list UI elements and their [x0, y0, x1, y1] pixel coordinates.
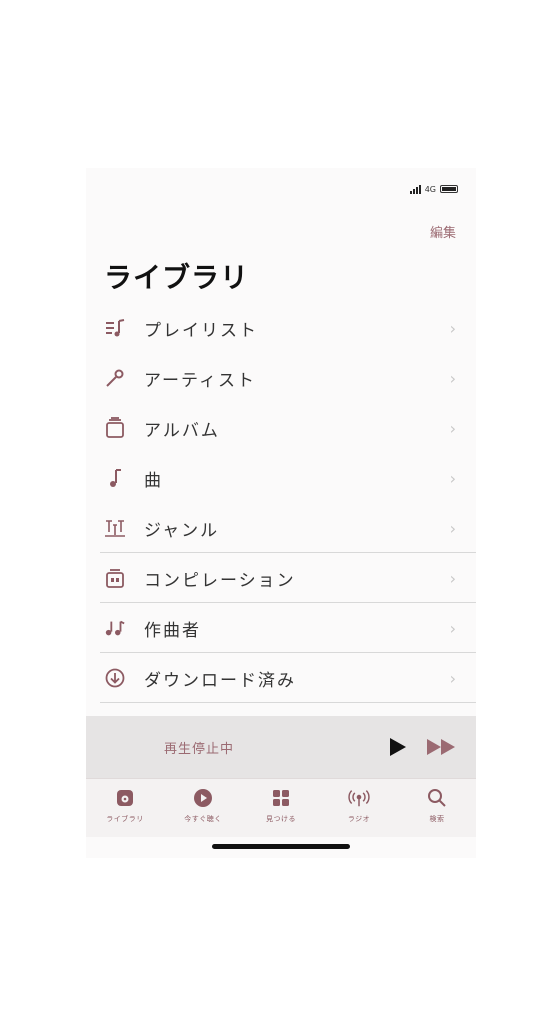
chevron-right-icon: ›: [449, 668, 456, 688]
library-item-albums[interactable]: アルバム ›: [86, 403, 476, 453]
compilation-icon: [104, 567, 126, 589]
playlist-icon: [104, 317, 126, 339]
chevron-right-icon: ›: [449, 618, 456, 638]
page-title: ライブラリ: [104, 261, 250, 294]
tab-bar: ライブラリ 今すぐ聴く 見つける ラジオ 検索: [86, 778, 476, 837]
library-item-downloaded[interactable]: ダウンロード済み ›: [86, 653, 476, 703]
edit-button[interactable]: 編集: [430, 222, 456, 241]
library-item-label: 作曲者: [144, 620, 201, 641]
tab-search[interactable]: 検索: [398, 779, 476, 837]
tab-label: 見つける: [266, 815, 296, 823]
tab-label: ラジオ: [347, 815, 371, 823]
search-icon: [426, 787, 448, 809]
album-icon: [104, 417, 126, 439]
tab-browse[interactable]: 見つける: [242, 779, 320, 837]
library-item-artists[interactable]: アーティスト ›: [86, 353, 476, 403]
chevron-right-icon: ›: [449, 418, 456, 438]
genre-icon: [104, 517, 126, 539]
library-item-genres[interactable]: ジャンル ›: [86, 503, 476, 553]
listen-now-icon: [192, 787, 214, 809]
library-item-label: アルバム: [144, 420, 220, 441]
tab-library[interactable]: ライブラリ: [86, 779, 164, 837]
home-indicator[interactable]: [212, 844, 350, 849]
library-item-label: ジャンル: [144, 520, 220, 541]
chevron-right-icon: ›: [449, 468, 456, 488]
music-note-icon: [104, 467, 126, 489]
fast-forward-icon[interactable]: [426, 737, 458, 757]
download-icon: [104, 667, 126, 689]
library-item-label: ダウンロード済み: [144, 670, 296, 691]
library-item-label: 曲: [144, 470, 163, 491]
mini-player[interactable]: 再生停止中: [86, 716, 476, 778]
library-item-label: コンピレーション: [144, 570, 296, 591]
phone-screen: 4G 編集 ライブラリ プレイリスト › アーティスト › アルバム › 曲 ›…: [86, 168, 476, 858]
library-icon: [114, 787, 136, 809]
library-item-label: アーティスト: [144, 370, 256, 391]
tab-radio[interactable]: ラジオ: [320, 779, 398, 837]
chevron-right-icon: ›: [449, 318, 456, 338]
library-item-label: プレイリスト: [144, 320, 258, 341]
radio-icon: [348, 787, 370, 809]
library-item-songs[interactable]: 曲 ›: [86, 453, 476, 503]
play-icon[interactable]: [386, 736, 408, 758]
player-status: 再生停止中: [164, 742, 235, 757]
library-item-compilations[interactable]: コンピレーション ›: [86, 553, 476, 603]
library-item-playlists[interactable]: プレイリスト ›: [86, 303, 476, 353]
composer-icon: [104, 617, 126, 639]
network-label: 4G: [424, 184, 436, 194]
tab-listen-now[interactable]: 今すぐ聴く: [164, 779, 242, 837]
chevron-right-icon: ›: [449, 568, 456, 588]
tab-label: ライブラリ: [106, 815, 144, 823]
library-item-composers[interactable]: 作曲者 ›: [86, 603, 476, 653]
signal-icon: [409, 184, 421, 194]
tab-label: 検索: [429, 815, 445, 823]
browse-icon: [270, 787, 292, 809]
status-bar: 4G: [409, 182, 458, 196]
library-list: プレイリスト › アーティスト › アルバム › 曲 › ジャンル › コンピレ…: [86, 303, 476, 703]
microphone-icon: [104, 367, 126, 389]
battery-icon: [440, 185, 458, 193]
tab-label: 今すぐ聴く: [184, 815, 222, 823]
chevron-right-icon: ›: [449, 368, 456, 388]
chevron-right-icon: ›: [449, 518, 456, 538]
